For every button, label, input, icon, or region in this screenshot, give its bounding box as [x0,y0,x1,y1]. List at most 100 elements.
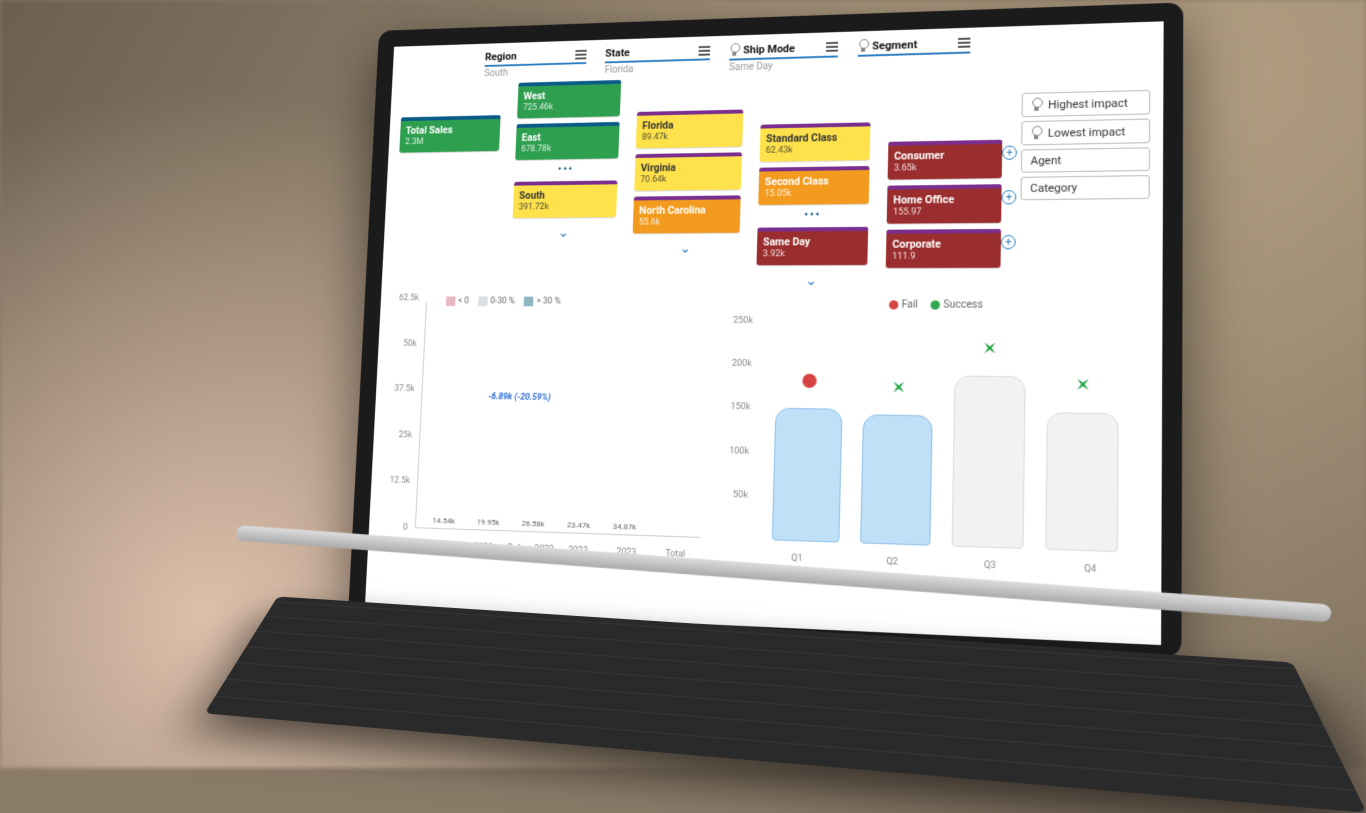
node-value: 678.78k [521,144,551,154]
waterfall-bar[interactable]: 19.95k [471,529,504,530]
legend-label: Success [943,299,983,310]
xtick: Q3 [941,559,1040,573]
bulb-icon [1031,126,1042,140]
node-seg-home[interactable]: Home Office155.97+ [887,184,1002,224]
node-value: 3.92k [763,249,785,259]
expand-icon[interactable]: + [1001,190,1016,204]
ytick: 250k [723,316,753,326]
node-value: 89.47k [642,132,668,142]
node-value: 155.97 [893,207,922,217]
waterfall-bar[interactable]: 34.87k [607,534,642,535]
decomposition-tree: Total Sales 2.3M West725.46k East678.78k… [392,65,1150,289]
success-marker-icon [983,341,998,356]
node-value: 55.6k [639,218,661,228]
node-state-florida[interactable]: Florida89.47k [636,110,744,149]
bar-value-label: 14.54k [427,516,461,529]
node-value: 111.9 [892,252,916,262]
tree-col-state: Florida89.47k Virginia70.64k North Carol… [632,110,744,257]
quarter-bar[interactable] [1045,413,1119,553]
bulb-icon [858,39,868,53]
crumb-title: Segment [872,38,917,52]
choice-label: Agent [1030,154,1061,168]
node-label: Second Class [765,174,864,188]
legend-dot-success [931,300,941,309]
ytick: 0 [380,522,408,533]
bar-segment [653,535,688,536]
quarter-yaxis: 50k100k150k200k250k [716,321,753,540]
waterfall-annotation: -6.89k (-20.59%) [488,392,551,403]
hamburger-icon[interactable] [958,38,971,48]
node-state-nc[interactable]: North Carolina55.6k [633,195,741,233]
bar-value-label: 34.87k [607,522,642,535]
choice-category[interactable]: Category [1020,175,1149,200]
node-ship-second[interactable]: Second Class15.05k [758,166,869,205]
ytick: 50k [718,489,748,500]
hamburger-icon[interactable] [575,49,587,59]
node-total-sales[interactable]: Total Sales 2.3M [399,115,500,153]
choice-lowest-impact[interactable]: Lowest impact [1021,119,1150,146]
success-marker-icon [891,380,906,395]
ytick: 62.5k [392,294,420,304]
hamburger-icon[interactable] [698,45,710,55]
node-label: Consumer [894,148,996,163]
crumb-segment[interactable]: Segment [858,36,971,70]
waterfall-bar[interactable]: 26.58k [516,531,550,532]
expand-icon[interactable]: + [1001,235,1016,249]
node-seg-corporate[interactable]: Corporate111.9+ [886,229,1001,268]
quarter-chart: Fail Success 50k100k150k200k250k Q1Q2Q3Q… [716,299,1150,577]
expand-icon[interactable]: + [1002,146,1017,160]
legend-dot-fail [889,300,898,309]
quarter-bar[interactable] [771,408,842,543]
node-ship-sameday[interactable]: Same Day3.92k [756,227,868,265]
choice-label: Lowest impact [1048,125,1126,140]
ytick: 12.5k [382,476,410,486]
crumb-value: Same Day [729,59,838,73]
crumb-region[interactable]: Region South [484,48,587,80]
node-seg-consumer[interactable]: Consumer3.65k+ [888,140,1003,180]
bulb-icon [1031,98,1042,112]
crumb-title: State [605,47,630,60]
xtick: Q4 [1040,562,1142,576]
waterfall-bar[interactable]: 14.54k [427,528,460,529]
node-value: 15.05k [764,189,791,199]
node-label: East [521,130,613,144]
quarter-bar[interactable] [952,375,1025,549]
choice-agent[interactable]: Agent [1021,147,1150,173]
node-value: 725.46k [523,103,553,113]
node-label: Same Day [763,235,862,248]
chevron-down-icon[interactable]: ⌄ [557,225,569,240]
node-label: Home Office [893,192,995,206]
crumb-value: Florida [604,62,709,76]
node-ship-standard[interactable]: Standard Class62.43k [759,122,870,161]
node-value: 391.72k [518,202,548,212]
node-region-east[interactable]: East678.78k [515,122,619,160]
tree-col-region: West725.46k East678.78k ••• South391.72k… [512,80,622,241]
laptop-mockup: Region South State Florida Ship Mode Sam… [348,2,1183,657]
choice-label: Category [1030,181,1077,195]
hamburger-icon[interactable] [826,42,838,52]
tree-col-shipmode: Standard Class62.43k Second Class15.05k … [756,122,871,289]
node-value: 70.64k [640,175,666,185]
crumb-title: Ship Mode [743,42,795,56]
ellipsis-icon[interactable]: ••• [758,210,869,222]
node-value: 2.3M [405,137,424,147]
node-region-west[interactable]: West725.46k [517,80,621,119]
chevron-down-icon[interactable]: ⌄ [679,241,691,257]
crumb-state[interactable]: State Florida [604,44,710,77]
waterfall-bar[interactable]: 23.47k [561,532,595,533]
node-label: Florida [642,117,737,132]
success-marker-icon [1076,377,1091,392]
node-region-south[interactable]: South391.72k [513,180,618,218]
xtick: Q2 [844,555,941,569]
waterfall-chart: < 0 0-30 % > 30 % 012.5k25k37.5k50k62.5k… [379,298,714,560]
node-label: Total Sales [405,123,494,137]
node-state-virginia[interactable]: Virginia70.64k [634,152,742,190]
choice-highest-impact[interactable]: Highest impact [1022,90,1151,117]
quarter-bar[interactable] [861,414,933,546]
ellipsis-icon[interactable]: ••• [514,164,618,176]
ytick: 50k [389,339,417,349]
chevron-down-icon[interactable]: ⌄ [805,273,817,289]
crumb-shipmode[interactable]: Ship Mode Same Day [729,40,838,73]
waterfall-bar[interactable] [653,535,688,536]
ytick: 150k [720,402,750,413]
